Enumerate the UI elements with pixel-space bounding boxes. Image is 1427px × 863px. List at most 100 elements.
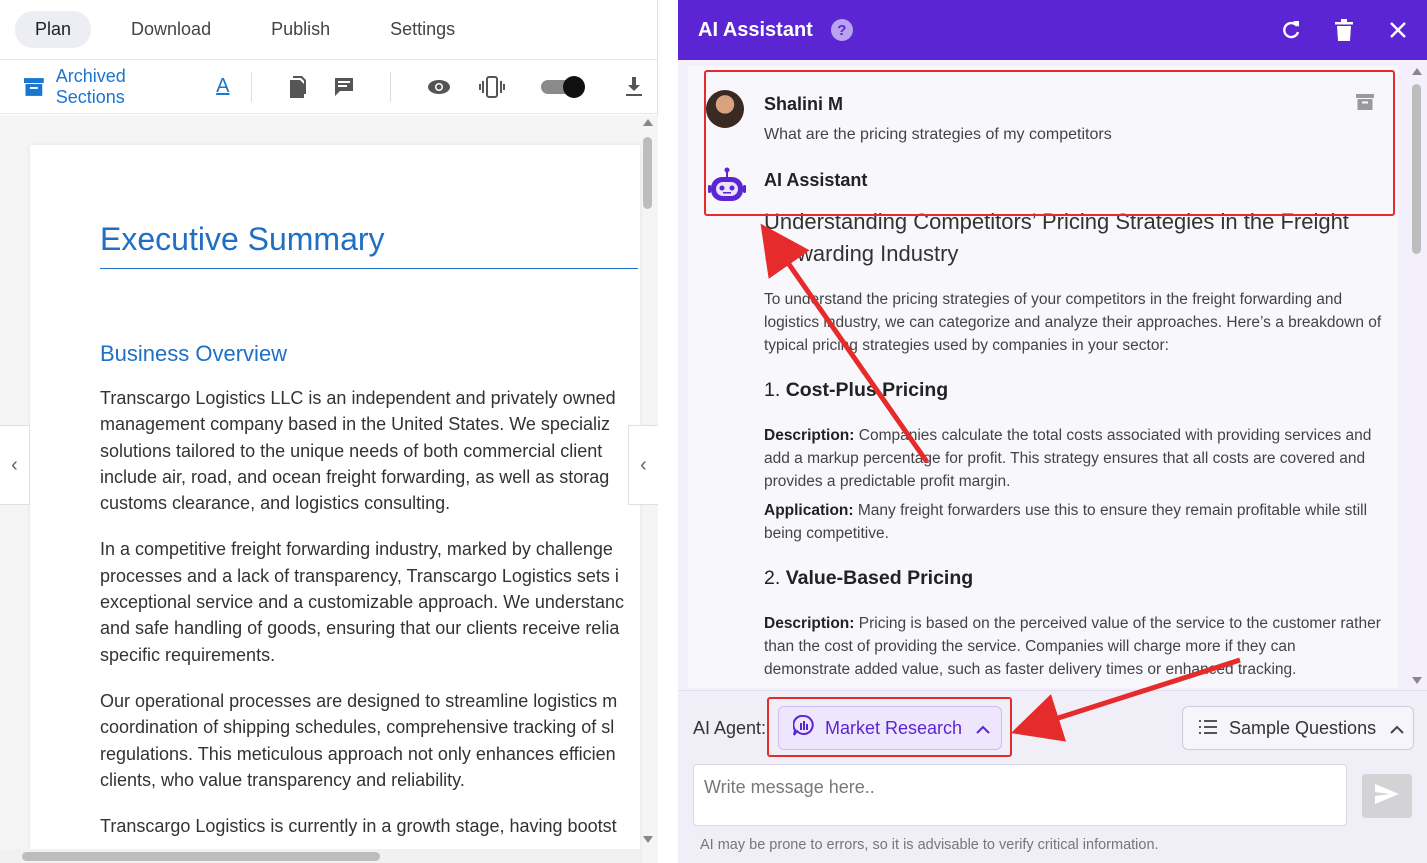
document-title[interactable]: Executive Summary [100,221,638,269]
sample-questions-label: Sample Questions [1229,717,1377,738]
message-input[interactable] [693,764,1347,826]
editor-toolbar: Archived Sections A [0,60,657,114]
toolbar-divider [251,71,253,102]
paragraph-line: exceptional service and a customizable a… [100,592,624,613]
chat-footer: AI Agent: Market Research Sample Questio… [678,690,1427,863]
paragraph-line: solutions tailored to the unique needs o… [100,440,603,461]
paragraph-line: clients, who value transparency and reli… [100,769,465,790]
ai-agent-value: Market Research [825,717,963,738]
answer-intro: To understand the pricing strategies of … [764,291,1382,354]
send-icon [1375,783,1399,809]
ai-agent-select[interactable]: Market Research [778,706,1002,750]
paragraph-line: processes and a lack of transparency, Tr… [100,565,619,586]
chevron-up-icon [1390,718,1404,739]
strategy-number: 2. [764,567,781,589]
doc-paragraph[interactable]: In a competitive freight forwarding indu… [100,536,640,667]
paragraph-line: In a competitive freight forwarding indu… [100,539,613,560]
chat-thread: Shalini M What are the pricing strategie… [688,66,1398,688]
strategy-title: Value-Based Pricing [785,567,974,589]
close-icon[interactable] [1389,21,1407,39]
scrollbar-thumb[interactable] [22,852,380,861]
strategy-title: Cost-Plus Pricing [785,379,949,401]
document-canvas: Executive Summary Business Overview Tran… [0,115,658,863]
market-research-icon [792,714,815,742]
tab-settings[interactable]: Settings [370,11,475,48]
assistant-answer: Understanding Competitors’ Pricing Strat… [764,206,1384,687]
scroll-up-arrow[interactable] [643,119,653,126]
disclaimer-text: AI may be prone to errors, so it is advi… [700,837,1159,853]
list-icon [1199,718,1217,739]
sample-questions-button[interactable]: Sample Questions [1182,706,1414,750]
document-horizontal-scrollbar[interactable] [0,849,640,863]
eye-icon[interactable] [427,79,451,95]
paragraph-line: include air, road, and ocean freight for… [100,466,610,487]
help-icon[interactable]: ? [830,19,853,41]
scrollbar-thumb[interactable] [1412,84,1421,254]
strategy-description: Description: Pricing is based on the per… [764,612,1384,681]
document-vertical-scrollbar[interactable] [640,117,656,847]
paragraph-line: specific requirements. [100,644,276,665]
archive-icon[interactable] [1356,94,1374,115]
doc-paragraph[interactable]: Transcargo Logistics LLC is an independe… [100,385,640,516]
user-name: Shalini M [764,94,844,114]
collapse-left-button[interactable]: ‹ [0,425,30,505]
user-message-text: What are the pricing strategies of my co… [764,126,1112,143]
font-color-button[interactable]: A [216,75,229,98]
paragraph-line: Transcargo Logistics is currently in a g… [100,816,617,837]
strategy-number: 1. [764,379,781,401]
ai-assistant-header: AI Assistant ? [678,0,1427,60]
doc-paragraph[interactable]: Our operational processes are designed t… [100,688,640,793]
scrollbar-thumb[interactable] [643,137,652,209]
paragraph-line: and safe handling of goods, ensuring tha… [100,618,620,639]
document-icon[interactable] [288,75,307,98]
document-page: Executive Summary Business Overview Tran… [30,145,640,863]
description-label: Description: [764,427,855,444]
archive-icon [24,77,44,96]
top-tabs: Plan Download Publish Settings [0,0,657,60]
tab-download[interactable]: Download [111,11,231,48]
chevron-left-icon: ‹ [11,453,18,476]
application-text: Many freight forwarders use this to ensu… [764,502,1368,542]
description-text: Pricing is based on the perceived value … [764,615,1381,678]
scroll-down-arrow[interactable] [1412,677,1422,684]
tab-publish[interactable]: Publish [251,11,350,48]
refresh-icon[interactable] [1281,20,1301,40]
doc-paragraph[interactable]: Transcargo Logistics is currently in a g… [100,813,640,839]
answer-title: Understanding Competitors’ Pricing Strat… [764,209,1349,266]
strategy-heading: 1. Cost-Plus Pricing [764,379,1384,402]
tab-plan[interactable]: Plan [15,11,92,48]
avatar [706,90,744,128]
assistant-name: AI Assistant [764,170,868,190]
archived-sections-button[interactable]: Archived Sections [24,66,198,108]
application-label: Application: [764,502,854,519]
view-toggle[interactable] [541,75,585,98]
paragraph-line: regulations. This meticulous approach no… [100,743,616,764]
strategy-heading: 2. Value-Based Pricing [764,567,1384,590]
paragraph-line: Transcargo Logistics LLC is an independe… [100,388,616,408]
ai-assistant-panel: AI Assistant ? Shalini M What are the pr… [678,0,1427,863]
download-icon[interactable] [625,76,643,97]
strategy-description: Description: Companies calculate the tot… [764,424,1384,493]
chevron-up-icon [976,718,990,739]
comment-icon[interactable] [334,77,354,97]
strategy-application: Application: Many freight forwarders use… [764,499,1384,545]
paragraph-line: customs clearance, and logistics consult… [100,493,451,514]
scroll-down-arrow[interactable] [643,836,653,843]
trash-icon[interactable] [1335,19,1353,41]
archived-sections-label: Archived Sections [55,65,126,107]
panel-title: AI Assistant [698,18,813,41]
paragraph-line: coordination of shipping schedules, comp… [100,717,615,738]
scroll-up-arrow[interactable] [1412,68,1422,75]
paragraph-line: management company based in the United S… [100,414,610,435]
chat-vertical-scrollbar[interactable] [1409,66,1425,688]
ai-agent-label: AI Agent: [693,718,767,738]
section-heading[interactable]: Business Overview [100,341,640,367]
robot-icon [708,166,746,209]
toolbar-divider [390,71,392,102]
mobile-view-icon[interactable] [479,75,506,98]
header-actions [1281,19,1427,41]
description-text: Companies calculate the total costs asso… [764,427,1372,490]
description-label: Description: [764,615,855,632]
paragraph-line: Our operational processes are designed t… [100,690,618,711]
send-button[interactable] [1362,774,1412,818]
